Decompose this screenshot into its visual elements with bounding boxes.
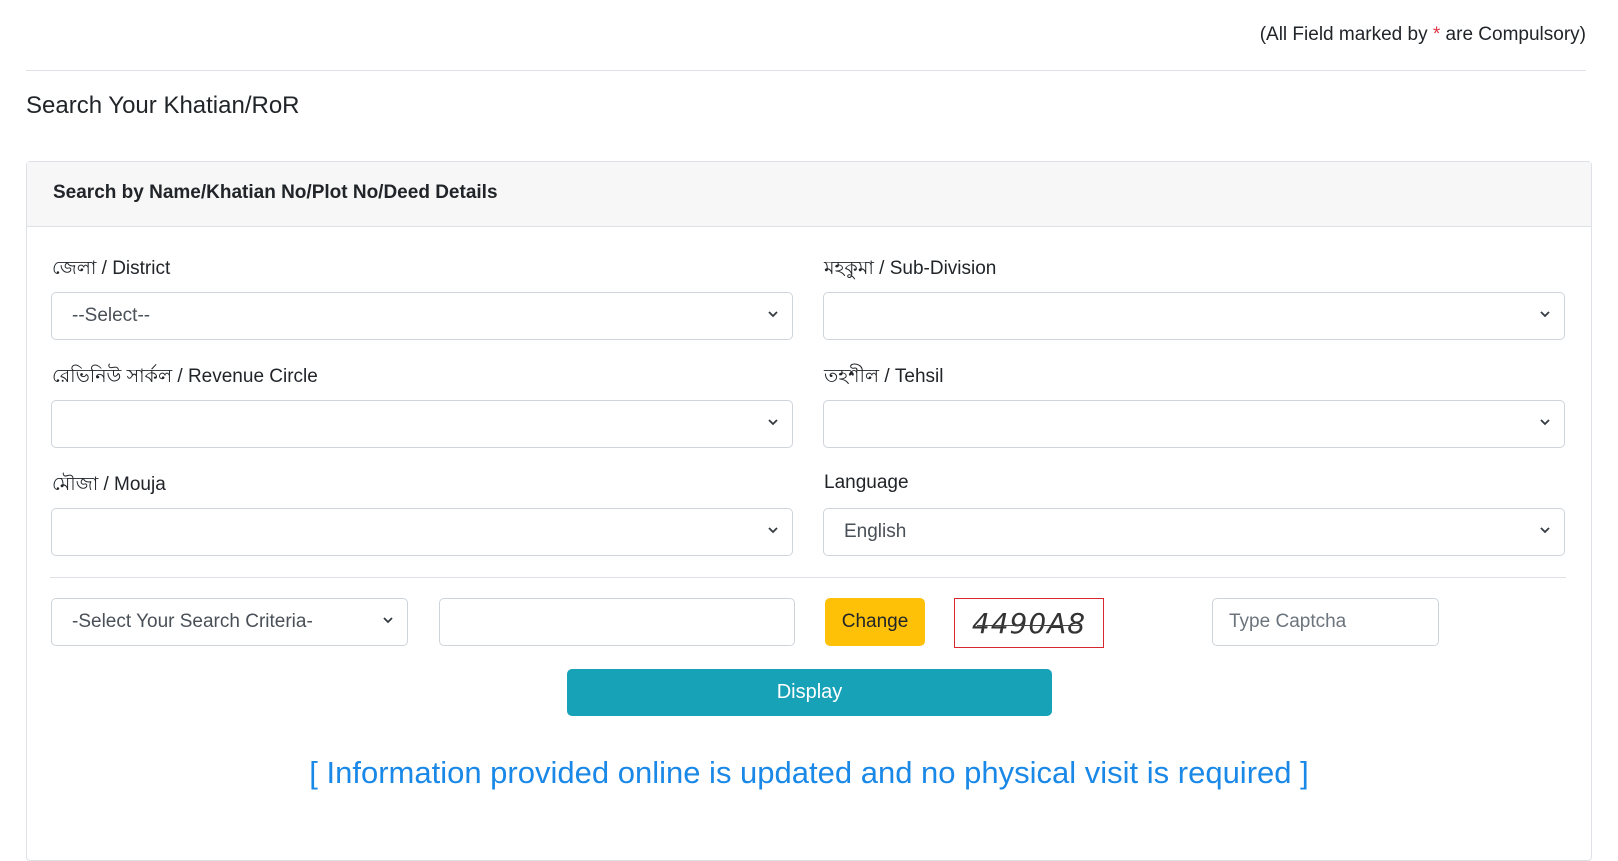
card-header: Search by Name/Khatian No/Plot No/Deed D…	[27, 162, 1591, 227]
language-select-value: English	[844, 521, 907, 542]
note-prefix: (All Field marked by	[1259, 24, 1433, 45]
subdivision-label: মহকুমা / Sub-Division	[824, 258, 997, 279]
search-criteria-value: -Select Your Search Criteria-	[72, 611, 313, 632]
page-title: Search Your Khatian/RoR	[26, 92, 300, 119]
compulsory-note: (All Field marked by * are Compulsory)	[1260, 24, 1586, 46]
chevron-down-icon	[768, 311, 778, 318]
header-divider	[26, 70, 1586, 71]
captcha-text: 4490A8	[971, 607, 1087, 640]
captcha-image: 4490A8	[954, 598, 1104, 648]
display-button[interactable]: Display	[567, 669, 1052, 716]
district-label: জেলা / District	[52, 258, 171, 279]
chevron-down-icon	[1540, 311, 1550, 318]
chevron-down-icon	[768, 419, 778, 426]
info-notice: [ Information provided online is updated…	[309, 755, 1309, 790]
chevron-down-icon	[768, 527, 778, 534]
mouja-label: মৌজা / Mouja	[52, 474, 166, 495]
captcha-noise-line	[977, 625, 1081, 626]
mouja-select[interactable]	[51, 508, 793, 556]
search-criteria-select[interactable]: -Select Your Search Criteria-	[51, 598, 408, 646]
change-captcha-button[interactable]: Change	[825, 598, 925, 646]
district-select[interactable]: --Select--	[51, 292, 793, 340]
tehsil-select[interactable]	[823, 400, 1565, 448]
subdivision-select[interactable]	[823, 292, 1565, 340]
note-suffix: are Compulsory)	[1440, 24, 1586, 45]
chevron-down-icon	[383, 617, 393, 624]
revenue-circle-select[interactable]	[51, 400, 793, 448]
language-select[interactable]: English	[823, 508, 1565, 556]
form-divider	[50, 577, 1566, 578]
chevron-down-icon	[1540, 419, 1550, 426]
tehsil-label: তহশীল / Tehsil	[824, 366, 944, 387]
district-select-value: --Select--	[72, 305, 151, 326]
language-label: Language	[824, 472, 909, 493]
chevron-down-icon	[1540, 527, 1550, 534]
captcha-input[interactable]: Type Captcha	[1212, 598, 1439, 646]
revenue-circle-label: রেভিনিউ সার্কল / Revenue Circle	[52, 366, 318, 387]
search-value-input[interactable]	[439, 598, 795, 646]
